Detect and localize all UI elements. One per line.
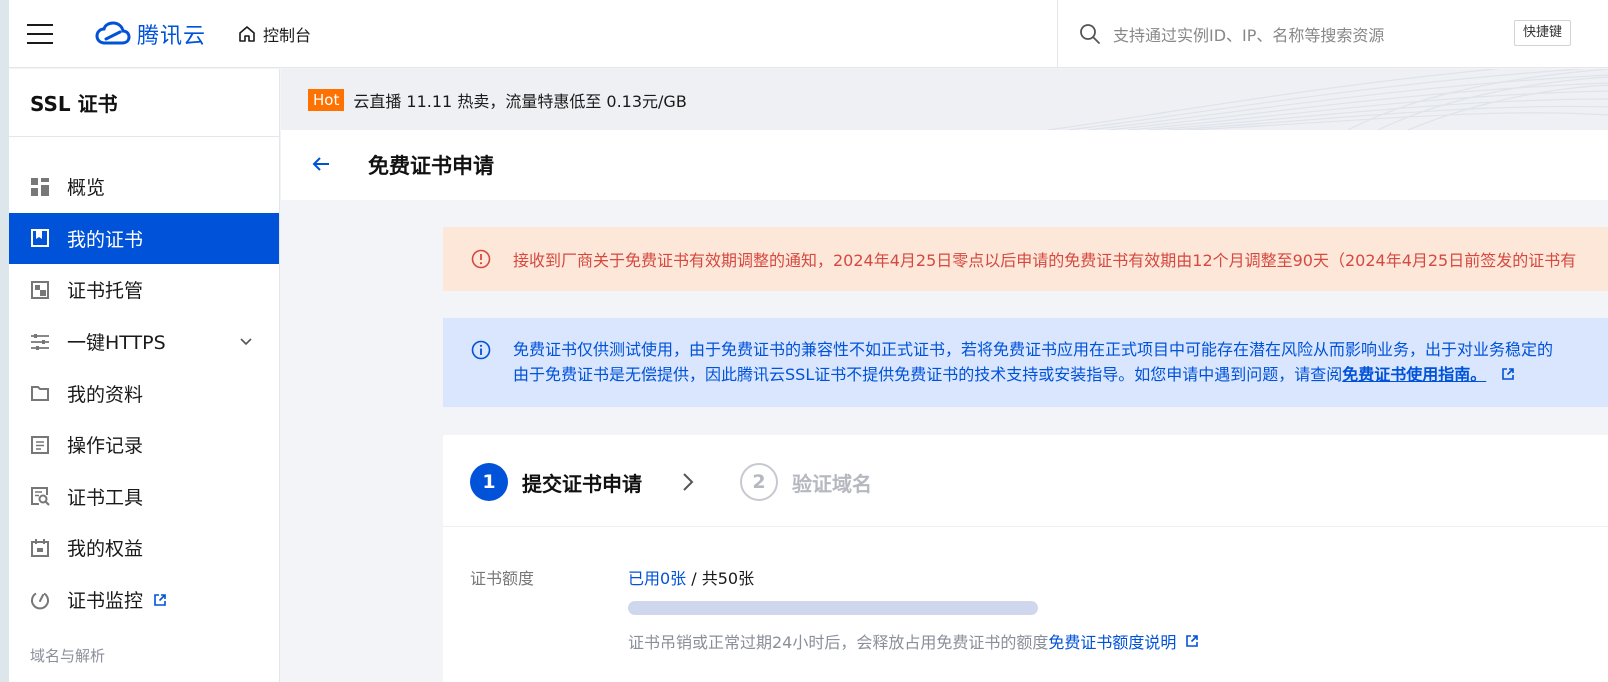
sidebar-item-label: 操作记录 xyxy=(67,435,144,458)
sidebar-item-label: 概览 xyxy=(67,177,106,200)
usage-guide-link[interactable]: 免费证书使用指南。 xyxy=(1342,365,1486,384)
brand-name: 腾讯云 xyxy=(137,24,207,49)
quota-progress-bar xyxy=(628,601,1038,615)
cloud-logo-icon xyxy=(95,21,131,45)
sidebar-item-label: 我的权益 xyxy=(67,538,144,561)
warning-text: 接收到厂商关于免费证书有效期调整的通知，2024年4月25日零点以后申请的免费证… xyxy=(513,251,1577,270)
quota-note: 证书吊销或正常过期24小时后，会释放占用免费证书的额度 免费证书额度说明 xyxy=(628,629,1199,653)
info-line-2-text: 由于免费证书是无偿提供，因此腾讯云SSL证书不提供免费证书的技术支持或安装指导。… xyxy=(513,365,1343,384)
step-submit-application: 1 提交证书申请 xyxy=(470,463,642,501)
sidebar-item-cert-hosting[interactable]: 证书托管 xyxy=(9,264,279,316)
hosting-icon xyxy=(31,280,49,299)
hot-badge: Hot xyxy=(308,89,345,111)
promo-content: Hot 云直播 11.11 热卖，流量特惠低至 0.13元/GB xyxy=(308,88,687,112)
folder-icon xyxy=(31,386,49,402)
sidebar-item-my-materials[interactable]: 我的资料 xyxy=(9,367,279,419)
promo-text: 云直播 11.11 热卖，流量特惠低至 0.13元/GB xyxy=(353,92,687,111)
topbar-divider xyxy=(1057,0,1058,68)
app-window: 腾讯云 控制台 支持通过实例ID、IP、名称等搜索资源 快捷键 SSL 证书 概… xyxy=(9,0,1608,682)
quota-label: 证书额度 xyxy=(470,569,535,588)
sidebar-item-my-benefits[interactable]: 我的权益 xyxy=(9,522,279,574)
sidebar-item-overview[interactable]: 概览 xyxy=(9,161,279,213)
step-indicator: 1 提交证书申请 2 验证域名 xyxy=(443,435,1608,527)
warning-circle-icon xyxy=(471,249,491,269)
promo-banner[interactable]: Hot 云直播 11.11 热卖，流量特惠低至 0.13元/GB xyxy=(281,69,1608,130)
quota-used[interactable]: 已用0张 xyxy=(628,569,686,588)
chevron-down-icon[interactable] xyxy=(239,334,253,348)
external-link-icon[interactable] xyxy=(1185,634,1199,648)
sidebar-item-label: 一键HTTPS xyxy=(67,332,166,355)
page-header: 免费证书申请 xyxy=(281,130,1608,200)
info-line-2: 由于免费证书是无偿提供，因此腾讯云SSL证书不提供免费证书的技术支持或安装指导。… xyxy=(513,362,1553,387)
step-label: 提交证书申请 xyxy=(522,471,642,496)
info-text: 免费证书仅供测试使用，由于免费证书的兼容性不如正式证书，若将免费证书应用在正式项… xyxy=(513,318,1553,407)
info-notice: 免费证书仅供测试使用，由于免费证书的兼容性不如正式证书，若将免费证书应用在正式项… xyxy=(443,318,1608,407)
sidebar-item-one-click-https[interactable]: 一键HTTPS xyxy=(9,316,279,368)
home-icon xyxy=(239,26,255,42)
quota-info-link[interactable]: 免费证书额度说明 xyxy=(1048,629,1176,653)
sidebar-item-label: 证书托管 xyxy=(67,280,144,303)
page-title: 免费证书申请 xyxy=(368,154,494,178)
sidebar-nav: 概览 我的证书 证书托管 一键HTTPS 我的资料 操作记录 证书工具 我的权益… xyxy=(9,161,279,625)
step-number: 1 xyxy=(470,463,508,501)
banner-wave-pattern xyxy=(1048,69,1608,130)
quota-note-text: 证书吊销或正常过期24小时后，会释放占用免费证书的额度 xyxy=(628,633,1049,652)
shortcut-key-button[interactable]: 快捷键 xyxy=(1514,20,1572,46)
sidebar: SSL 证书 概览 我的证书 证书托管 一键HTTPS 我的资料 操作记录 证书… xyxy=(9,69,280,682)
hamburger-menu-icon[interactable] xyxy=(27,22,55,46)
search-icon xyxy=(1080,24,1100,44)
global-search[interactable]: 支持通过实例ID、IP、名称等搜索资源 xyxy=(1079,18,1384,50)
console-label: 控制台 xyxy=(263,26,312,45)
calendar-icon xyxy=(31,538,49,557)
sliders-icon xyxy=(31,333,49,350)
apply-form-card: 1 提交证书申请 2 验证域名 证书额度 已用0张 / 共50张 证书吊销或正常… xyxy=(443,435,1608,682)
external-link-icon[interactable] xyxy=(153,593,167,607)
step-verify-domain: 2 验证域名 xyxy=(740,463,872,501)
sidebar-title: SSL 证书 xyxy=(9,69,279,137)
main-content: Hot 云直播 11.11 热卖，流量特惠低至 0.13元/GB 免费证书申请 … xyxy=(281,69,1608,682)
external-link-icon[interactable] xyxy=(1501,367,1515,381)
tool-icon xyxy=(31,487,50,507)
search-input[interactable]: 支持通过实例ID、IP、名称等搜索资源 xyxy=(1113,22,1384,46)
monitor-icon xyxy=(31,592,49,609)
console-link[interactable]: 控制台 xyxy=(237,20,311,48)
sidebar-item-label: 证书工具 xyxy=(67,486,144,509)
sidebar-item-operation-log[interactable]: 操作记录 xyxy=(9,419,279,471)
sidebar-item-label: 我的证书 xyxy=(67,228,144,251)
quota-value: 已用0张 / 共50张 xyxy=(628,565,754,589)
sidebar-item-my-certificates[interactable]: 我的证书 xyxy=(9,212,279,265)
step-number: 2 xyxy=(740,463,778,501)
info-circle-icon xyxy=(471,340,491,360)
top-navigation-bar: 腾讯云 控制台 支持通过实例ID、IP、名称等搜索资源 快捷键 xyxy=(9,0,1608,68)
sidebar-item-label: 我的资料 xyxy=(67,383,144,406)
certificate-icon xyxy=(31,229,49,248)
dashboard-icon xyxy=(31,177,49,196)
chevron-right-icon xyxy=(683,473,694,491)
quota-total: / 共50张 xyxy=(686,569,755,588)
brand-logo[interactable]: 腾讯云 xyxy=(95,16,206,52)
sidebar-item-cert-tools[interactable]: 证书工具 xyxy=(9,471,279,523)
warning-notice: 接收到厂商关于免费证书有效期调整的通知，2024年4月25日零点以后申请的免费证… xyxy=(443,227,1608,291)
sidebar-item-cert-monitor[interactable]: 证书监控 xyxy=(9,574,279,626)
sidebar-item-label: 证书监控 xyxy=(67,590,144,613)
sidebar-section-domain: 域名与解析 xyxy=(30,647,106,665)
info-line-1: 免费证书仅供测试使用，由于免费证书的兼容性不如正式证书，若将免费证书应用在正式项… xyxy=(513,340,1554,359)
log-icon xyxy=(31,435,49,454)
step-label: 验证域名 xyxy=(792,471,872,496)
back-arrow-icon[interactable] xyxy=(309,152,333,176)
